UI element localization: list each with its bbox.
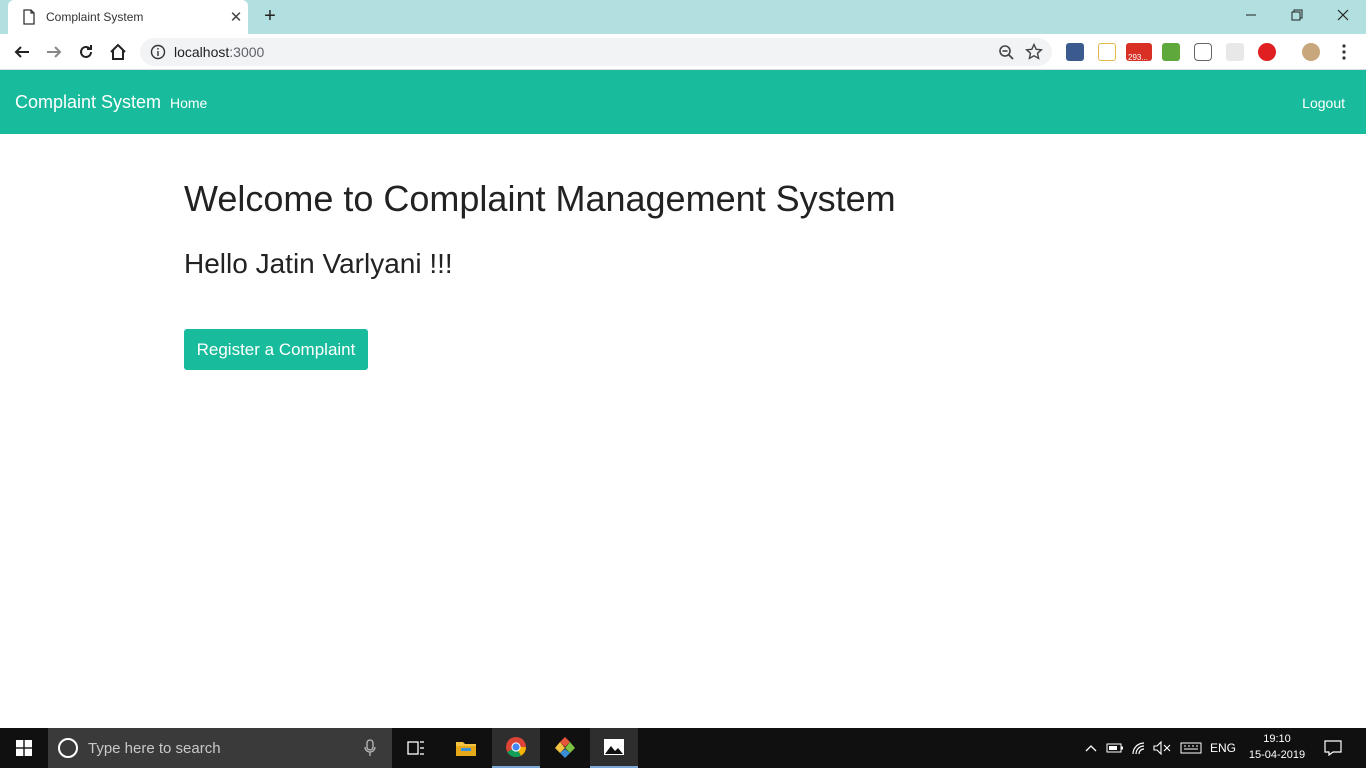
nav-home-link[interactable]: Home <box>170 95 207 111</box>
photos-icon <box>604 739 624 755</box>
battery-icon <box>1106 743 1123 753</box>
task-view-icon <box>407 741 424 755</box>
new-tab-button[interactable]: + <box>259 5 281 27</box>
bookmark-button[interactable] <box>1020 38 1048 66</box>
menu-dots-icon <box>1342 44 1346 60</box>
folder-icon <box>456 742 476 756</box>
mail-extension-icon[interactable]: 293... <box>1126 43 1152 62</box>
keyboard-icon <box>1180 742 1202 754</box>
minimize-icon <box>1246 14 1256 16</box>
clock-time: 19:10 <box>1263 733 1291 745</box>
chrome-icon <box>506 737 527 758</box>
url-host: localhost <box>174 44 230 60</box>
document-icon <box>23 9 35 25</box>
site-navbar: Complaint System Home Logout <box>0 70 1366 134</box>
greeting-text: Hello Jatin Varlyani !!! <box>184 248 453 279</box>
cortana-icon <box>58 738 78 758</box>
pencil-extension-icon[interactable] <box>1098 43 1116 61</box>
volume-muted-icon <box>1153 741 1171 755</box>
file-explorer-app[interactable] <box>442 728 490 768</box>
touch-keyboard-button[interactable] <box>1178 728 1204 768</box>
reload-icon <box>80 45 92 58</box>
zoom-out-icon <box>999 45 1014 60</box>
printer-extension-icon[interactable] <box>1162 43 1180 61</box>
navbar-brand[interactable]: Complaint System <box>15 92 161 113</box>
start-button[interactable] <box>0 728 48 768</box>
browser-menu-button[interactable] <box>1332 40 1356 64</box>
back-arrow-icon <box>14 46 29 58</box>
clock-date: 15-04-2019 <box>1248 749 1306 761</box>
close-tab-icon[interactable]: ✕ <box>224 8 248 26</box>
action-center-button[interactable] <box>1318 728 1348 768</box>
zoom-button[interactable] <box>992 38 1020 66</box>
restore-button[interactable] <box>1274 0 1320 30</box>
close-icon <box>1337 9 1349 21</box>
taskbar-search-placeholder: Type here to search <box>88 739 221 757</box>
mail-badge: 293... <box>1128 53 1149 62</box>
browser-tab[interactable]: Complaint System ✕ <box>8 0 248 34</box>
microphone-icon[interactable] <box>364 739 376 757</box>
reload-button[interactable] <box>74 40 98 64</box>
chevron-up-icon <box>1085 745 1097 752</box>
git-app[interactable] <box>541 728 589 768</box>
system-clock[interactable]: 19:10 15-04-2019 <box>1244 731 1310 763</box>
extension-icon-1[interactable] <box>1066 43 1084 61</box>
tree-extension-icon[interactable] <box>1226 43 1244 61</box>
pocket-extension-icon[interactable] <box>1194 43 1212 61</box>
address-bar[interactable]: localhost:3000 <box>140 38 1052 66</box>
notification-icon <box>1324 740 1342 756</box>
language-indicator[interactable]: ENG <box>1206 728 1240 768</box>
star-icon <box>1025 43 1043 60</box>
taskbar-search-box[interactable]: Type here to search <box>48 728 392 768</box>
wifi-icon <box>1132 742 1145 755</box>
browser-tab-strip: Complaint System ✕ + <box>0 0 1366 34</box>
page-title: Welcome to Complaint Management System <box>184 178 896 219</box>
volume-tray-button[interactable] <box>1152 728 1172 768</box>
restore-icon <box>1291 9 1303 21</box>
windows-logo-icon <box>16 740 32 756</box>
battery-tray-button[interactable] <box>1104 728 1126 768</box>
minimize-button[interactable] <box>1228 0 1274 30</box>
network-tray-button[interactable] <box>1128 728 1150 768</box>
show-hidden-icons-button[interactable] <box>1080 728 1102 768</box>
task-view-button[interactable] <box>392 728 440 768</box>
forward-arrow-icon <box>47 46 62 58</box>
browser-toolbar: localhost:3000 293... <box>0 34 1366 70</box>
back-button[interactable] <box>10 40 34 64</box>
chrome-app[interactable] <box>492 728 540 768</box>
forward-button[interactable] <box>42 40 66 64</box>
home-icon <box>110 43 126 60</box>
register-complaint-button[interactable]: Register a Complaint <box>184 329 368 370</box>
opera-extension-icon[interactable] <box>1258 43 1276 61</box>
profile-avatar[interactable] <box>1302 43 1320 61</box>
tab-title: Complaint System <box>46 10 144 24</box>
url-text[interactable]: localhost:3000 <box>174 44 992 60</box>
diamond-app-icon <box>555 737 575 758</box>
nav-logout-link[interactable]: Logout <box>1302 95 1345 111</box>
windows-taskbar: Type here to search ENG 19:10 15-04-2019 <box>0 728 1366 768</box>
photos-app[interactable] <box>590 728 638 768</box>
home-button[interactable] <box>106 40 130 64</box>
close-window-button[interactable] <box>1320 0 1366 30</box>
info-icon[interactable] <box>150 44 166 60</box>
url-port: :3000 <box>229 44 265 60</box>
